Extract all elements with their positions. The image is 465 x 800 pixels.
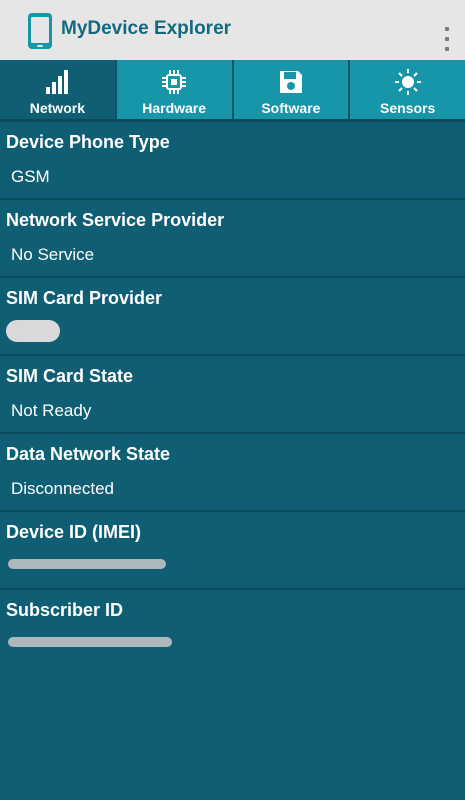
list-item[interactable]: Subscriber ID xyxy=(0,590,465,668)
item-label: SIM Card Provider xyxy=(6,288,163,308)
item-label: Subscriber ID xyxy=(6,600,124,620)
item-label: SIM Card State xyxy=(6,366,134,386)
item-value: No Service xyxy=(11,245,95,264)
tab-network[interactable]: Network xyxy=(0,60,117,119)
overflow-menu-icon[interactable] xyxy=(443,27,451,51)
tab-label: Network xyxy=(29,100,85,116)
app-bar: MyDevice Explorer xyxy=(0,0,465,60)
item-value: Not Ready xyxy=(11,401,92,420)
tab-label: Software xyxy=(261,100,321,116)
item-label: Data Network State xyxy=(6,444,171,464)
tab-label: Sensors xyxy=(380,100,436,116)
phone-icon xyxy=(28,13,52,49)
list-item[interactable]: Device Phone Type GSM xyxy=(0,122,465,200)
redacted-value xyxy=(8,637,172,647)
item-label: Device Phone Type xyxy=(6,132,170,152)
item-value: GSM xyxy=(11,167,50,186)
item-value: Disconnected xyxy=(11,479,115,498)
list-item[interactable]: SIM Card State Not Ready xyxy=(0,356,465,434)
redacted-value xyxy=(8,559,166,569)
chip-icon xyxy=(162,70,187,94)
tab-bar: Network Hardware Software Sensors xyxy=(0,60,465,119)
list-item[interactable]: Network Service Provider No Service xyxy=(0,200,465,278)
item-label: Device ID (IMEI) xyxy=(6,522,142,542)
tab-hardware[interactable]: Hardware xyxy=(117,60,234,119)
tab-sensors[interactable]: Sensors xyxy=(350,60,465,119)
app-title: MyDevice Explorer xyxy=(61,18,232,39)
tab-software[interactable]: Software xyxy=(234,60,351,119)
floppy-disk-icon xyxy=(279,71,302,93)
sun-icon xyxy=(394,69,421,95)
signal-bars-icon xyxy=(46,70,69,94)
list-item[interactable]: Device ID (IMEI) xyxy=(0,512,465,590)
info-list: Device Phone Type GSM Network Service Pr… xyxy=(0,122,465,668)
tab-label: Hardware xyxy=(142,100,207,116)
list-item[interactable]: SIM Card Provider xyxy=(0,278,465,356)
list-item[interactable]: Data Network State Disconnected xyxy=(0,434,465,512)
redacted-value xyxy=(6,320,60,342)
item-label: Network Service Provider xyxy=(6,210,225,230)
